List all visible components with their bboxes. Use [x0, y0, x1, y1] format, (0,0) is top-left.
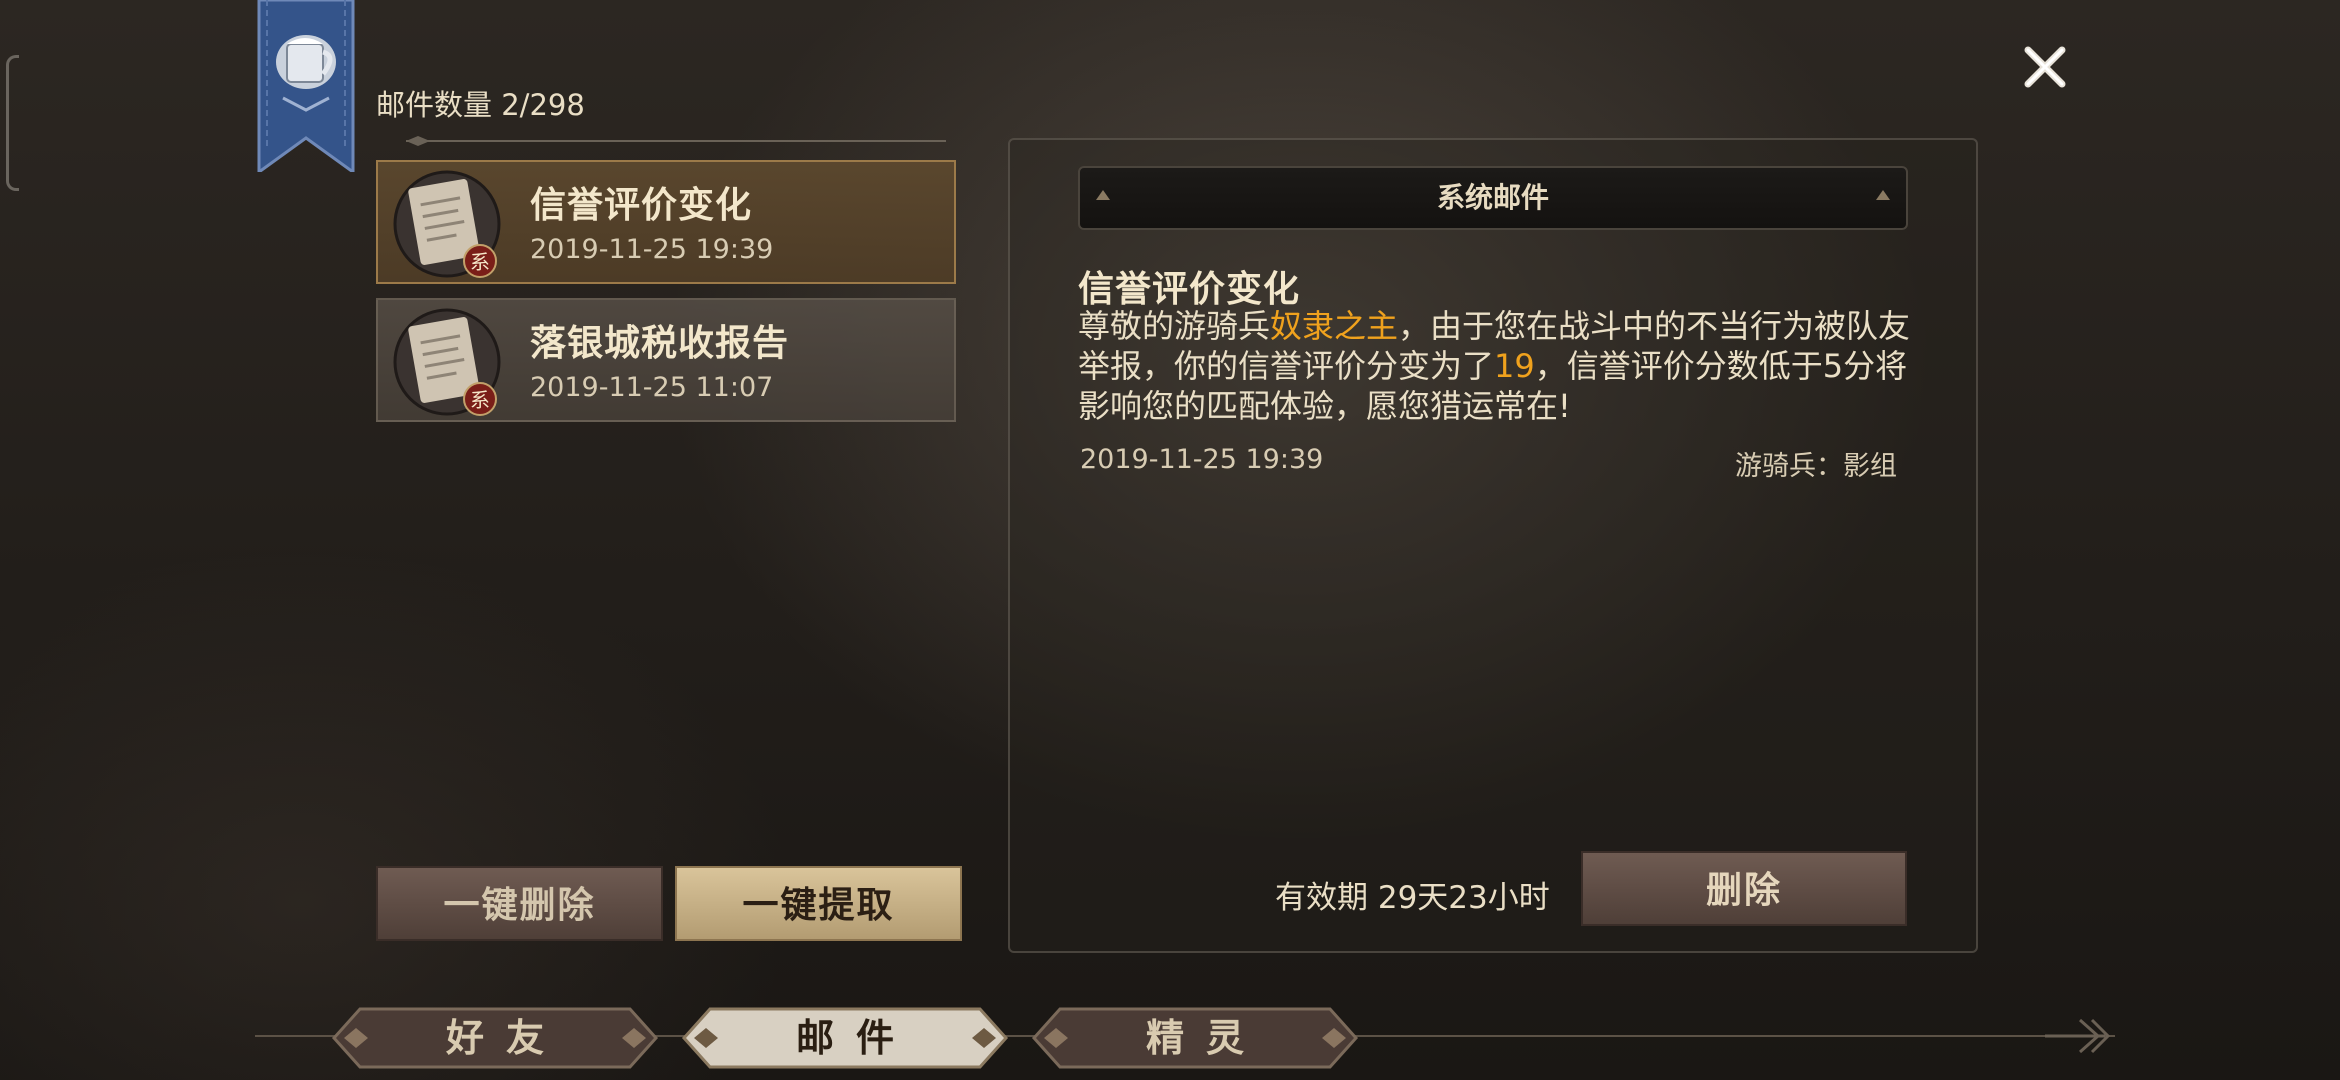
tab-label: 邮件 [795, 1015, 916, 1060]
mail-item-title: 落银城税收报告 [530, 322, 790, 364]
tab-label: 精灵 [1145, 1015, 1266, 1060]
mail-item-credit-change[interactable]: 系 信誉评价变化 2019-11-25 19:39 [376, 160, 956, 284]
detail-body: 尊敬的游骑兵奴隶之主，由于您在战斗中的不当行为被队友举报，你的信誉评价分变为了1… [1078, 306, 1918, 426]
mail-count: 邮件数量 2/298 [376, 88, 585, 122]
detail-sender: 游骑兵：影组 [1735, 451, 1897, 482]
delete-all-button[interactable]: 一键删除 [376, 866, 663, 941]
svg-text:系: 系 [470, 388, 490, 412]
detail-subject: 信誉评价变化 [1078, 268, 1301, 310]
delete-button[interactable]: 删除 [1581, 851, 1907, 926]
mail-item-tax-report[interactable]: 系 落银城税收报告 2019-11-25 11:07 [376, 298, 956, 422]
arrow-ornament-icon [2045, 1018, 2110, 1054]
tab-friends[interactable]: 好友 [330, 1005, 660, 1071]
svg-text:系: 系 [470, 250, 490, 274]
mail-item-title: 信誉评价变化 [530, 184, 753, 226]
tab-spirit[interactable]: 精灵 [1030, 1005, 1360, 1071]
detail-time: 2019-11-25 19:39 [1080, 444, 1324, 475]
scroll-icon: 系 [393, 170, 501, 278]
tab-label: 好友 [445, 1015, 566, 1060]
list-divider [406, 136, 946, 146]
credit-score: 19 [1494, 347, 1535, 385]
body-text: 尊敬的游骑兵 [1078, 307, 1271, 345]
validity-period: 有效期 29天23小时 [1275, 880, 1550, 916]
mug-banner-icon [257, 0, 355, 172]
detail-header-label: 系统邮件 [1436, 181, 1549, 214]
scroll-icon: 系 [393, 308, 501, 416]
player-name: 奴隶之主 [1270, 307, 1399, 345]
detail-header: 系统邮件 [1078, 166, 1908, 230]
mail-item-time: 2019-11-25 11:07 [530, 372, 774, 403]
ornament-icon [1876, 190, 1890, 200]
close-icon[interactable] [2014, 36, 2076, 98]
screen-edge-bracket [6, 55, 19, 191]
tab-mail[interactable]: 邮件 [680, 1005, 1010, 1071]
claim-all-button[interactable]: 一键提取 [675, 866, 962, 941]
mail-item-time: 2019-11-25 19:39 [530, 234, 774, 265]
